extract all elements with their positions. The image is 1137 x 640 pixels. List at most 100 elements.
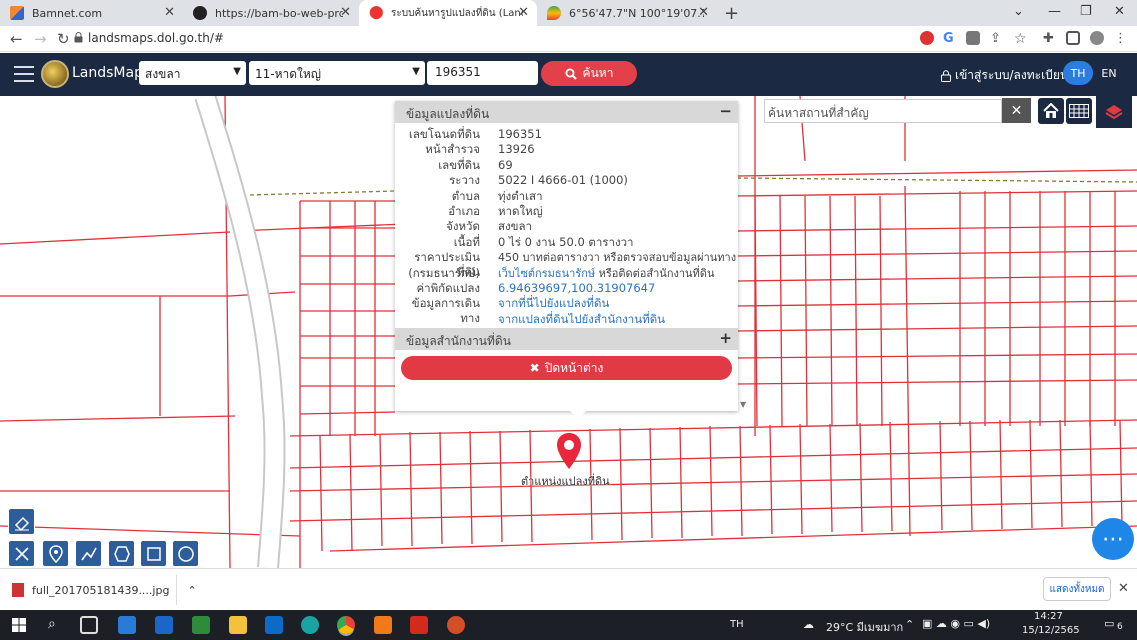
info-key: ระวาง — [449, 173, 480, 188]
reload-icon[interactable]: ↻ — [57, 30, 70, 48]
lang-th-button[interactable]: TH — [1063, 61, 1093, 85]
directions-to-office-link[interactable]: จากแปลงที่ดินไปยังสำนักงานที่ดิน — [498, 312, 665, 326]
info-key: จังหวัด — [446, 219, 480, 234]
info-row: เนื้อที่ 0 ไร่ 0 งาน 50.0 ตารางวา — [395, 235, 738, 250]
app-icon[interactable] — [192, 616, 210, 634]
windows-start-icon[interactable] — [12, 618, 26, 632]
more-options-icon[interactable]: ⋯ — [1092, 518, 1134, 560]
polygon-tool-icon[interactable] — [108, 540, 135, 567]
home-icon[interactable] — [1038, 98, 1064, 124]
browser-tab[interactable]: https://bam-bo-web-prd.bam.co ✕ — [183, 0, 359, 26]
info-row: เลขโฉนดที่ดิน 196351 — [395, 127, 738, 142]
treasury-website-link[interactable]: เว็บไซต์กรมธนารักษ์ — [498, 267, 595, 280]
search-icon[interactable]: ⌕ — [48, 616, 56, 632]
login-link[interactable]: เข้าสู่ระบบ/ลงทะเบียน — [941, 66, 1068, 85]
land-office-header[interactable]: ข้อมูลสำนักงานที่ดิน + — [395, 328, 738, 350]
scroll-down-icon[interactable]: ▼ — [740, 400, 746, 409]
notification-icon[interactable]: ▭ — [1104, 617, 1114, 630]
close-panel-button[interactable]: ✖ ปิดหน้าต่าง — [401, 356, 732, 380]
menu-kebab-icon[interactable]: ⋮ — [1114, 31, 1128, 46]
translate-icon[interactable] — [966, 31, 980, 45]
tray-icons[interactable]: ▣ ☁ ◉ ▭ ◀) — [922, 617, 990, 630]
collapse-icon[interactable]: − — [719, 102, 732, 120]
lock-icon — [74, 32, 83, 43]
url-field[interactable]: landsmaps.dol.go.th/# — [88, 31, 224, 45]
measure-tool-icon[interactable] — [8, 540, 35, 567]
bookmark-star-icon[interactable]: ☆ — [1014, 31, 1028, 47]
search-button[interactable]: ค้นหา — [541, 61, 637, 86]
info-value: 0 ไร่ 0 งาน 50.0 ตารางวา — [498, 234, 634, 249]
info-key: ค่าพิกัดแปลง — [416, 280, 480, 295]
divider — [176, 575, 177, 605]
clock-time[interactable]: 14:27 — [1034, 611, 1063, 622]
district-select[interactable]: 11-หาดใหญ่ ▼ — [249, 61, 425, 85]
browser-tab[interactable]: Bamnet.com ✕ — [0, 0, 183, 26]
task-view-icon[interactable] — [80, 616, 98, 634]
maximize-icon[interactable]: ❐ — [1080, 4, 1092, 19]
browser-tab[interactable]: 6°56'47.7"N 100°19'07.7"E - Goo ✕ — [537, 0, 717, 26]
chevron-up-icon[interactable]: ⌃ — [187, 584, 196, 597]
windows-taskbar: ⌕ TH ☁ 29°C มีเมฆมาก ⌃ ▣ ☁ ◉ ▭ ◀) 14:27 … — [0, 610, 1137, 640]
directions-to-parcel-link[interactable]: จากที่นี่ไปยังแปลงที่ดิน — [498, 296, 609, 310]
grid-table-icon[interactable] — [1066, 98, 1092, 124]
new-tab-icon[interactable]: + — [724, 3, 739, 24]
show-all-button[interactable]: แสดงทั้งหมด — [1043, 577, 1111, 601]
clear-search-icon[interactable]: ✕ — [1002, 98, 1031, 123]
coordinates-link[interactable]: 6.94639697,100.31907647 — [498, 281, 655, 295]
close-tab-icon[interactable]: ✕ — [164, 6, 175, 20]
home-app-icon[interactable] — [374, 616, 392, 634]
google-maps-favicon-icon — [547, 6, 561, 20]
share-icon[interactable]: ⇪ — [990, 31, 1004, 46]
browser-tab-active[interactable]: ⬤ ระบบค้นหารูปแปลงที่ดิน (LandsMaps ✕ — [359, 0, 537, 26]
close-download-bar-icon[interactable]: ✕ — [1118, 581, 1129, 596]
download-item[interactable]: full_201705181439....jpg ⌃ — [12, 583, 197, 597]
close-tab-icon[interactable]: ✕ — [340, 6, 351, 20]
close-tab-icon[interactable]: ✕ — [698, 6, 709, 20]
rectangle-tool-icon[interactable] — [140, 540, 167, 567]
minimize-icon[interactable]: — — [1048, 4, 1061, 19]
chevron-up-icon[interactable]: ⌃ — [905, 618, 914, 631]
parcel-info-panel: ข้อมูลแปลงที่ดิน − เลขโฉนดที่ดิน 196351 ห… — [395, 101, 738, 411]
place-search-input[interactable]: ค้นหาสถานที่สำคัญ — [764, 99, 1002, 123]
polyline-tool-icon[interactable] — [75, 540, 102, 567]
location-tool-icon[interactable] — [42, 540, 69, 567]
input-language[interactable]: TH — [730, 619, 744, 630]
address-bar: ← → ↻ landsmaps.dol.go.th/# G ⇪ ☆ ✚ ⋮ — [0, 26, 1137, 52]
info-value: 13926 — [498, 142, 535, 157]
mail-icon[interactable] — [155, 616, 173, 634]
lang-en-button[interactable]: EN — [1094, 61, 1124, 85]
forward-icon[interactable]: → — [34, 30, 47, 48]
store-icon[interactable] — [118, 616, 136, 634]
map-pin-icon[interactable] — [556, 432, 582, 470]
parcel-info-header[interactable]: ข้อมูลแปลงที่ดิน − — [395, 101, 738, 123]
powerpoint-icon[interactable] — [447, 616, 465, 634]
google-icon[interactable]: G — [943, 31, 957, 46]
extension-icon[interactable] — [920, 31, 934, 45]
outlook-icon[interactable] — [265, 616, 283, 634]
province-select[interactable]: สงขลา ▼ — [139, 61, 246, 85]
parcel-number-input[interactable]: 196351 — [427, 61, 538, 85]
tab-search-chevron-icon[interactable]: ⌄ — [1013, 4, 1024, 19]
hamburger-menu-icon[interactable] — [14, 66, 34, 82]
weather-text[interactable]: 29°C มีเมฆมาก — [826, 618, 903, 636]
layers-icon[interactable] — [1096, 96, 1132, 128]
chrome-icon[interactable] — [337, 616, 355, 634]
acrobat-icon[interactable] — [410, 616, 428, 634]
close-window-icon[interactable]: ✕ — [1114, 4, 1125, 19]
circle-tool-icon[interactable] — [172, 540, 199, 567]
edge-icon[interactable] — [301, 616, 319, 634]
info-row: อำเภอ หาดใหญ่ — [395, 204, 738, 219]
side-panel-icon[interactable] — [1066, 31, 1080, 45]
info-value: สงขลา — [498, 219, 533, 234]
info-value: 5022 I 4666-01 (1000) — [498, 173, 628, 188]
clock-date[interactable]: 15/12/2565 — [1022, 625, 1080, 636]
extensions-puzzle-icon[interactable]: ✚ — [1043, 31, 1057, 46]
profile-avatar-icon[interactable] — [1090, 31, 1104, 45]
file-explorer-icon[interactable] — [229, 616, 247, 634]
back-icon[interactable]: ← — [10, 30, 23, 48]
expand-icon[interactable]: + — [719, 329, 732, 347]
info-key: หน้าสำรวจ — [425, 142, 480, 157]
close-tab-icon[interactable]: ✕ — [518, 6, 529, 20]
eraser-tool-icon[interactable] — [8, 508, 35, 535]
image-file-icon — [12, 583, 24, 597]
